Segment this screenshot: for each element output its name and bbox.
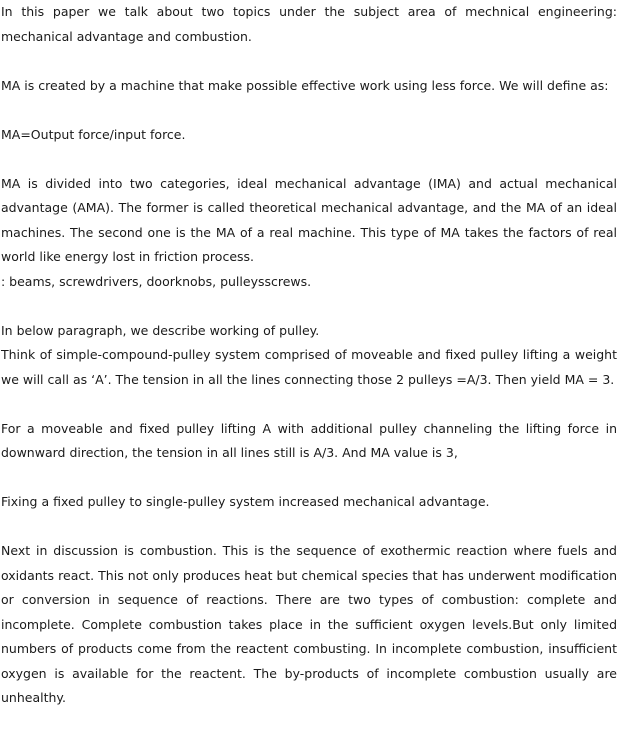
fixed-pulley-paragraph: Fixing a fixed pulley to single-pulley s… (1, 494, 490, 509)
pulley-intro-line: In below paragraph, we describe working … (1, 322, 320, 338)
compound-pulley-paragraph: Think of simple-compound-pulley system c… (1, 347, 617, 387)
additional-pulley-paragraph: For a moveable and fixed pulley lifting … (1, 420, 617, 461)
intro-paragraph: In this paper we talk about two topics u… (1, 4, 617, 44)
ma-definition-paragraph: MA is created by a machine that make pos… (1, 77, 609, 93)
ma-formula: MA=Output force/input force. (1, 126, 186, 142)
article-body: In this paper we talk about two topics u… (0, 0, 623, 711)
examples-line: : beams, screwdrivers, doorknobs, pulley… (1, 273, 312, 289)
combustion-paragraph: Next in discussion is combustion. This i… (1, 543, 617, 705)
ma-categories-paragraph: MA is divided into two categories, ideal… (1, 175, 617, 265)
